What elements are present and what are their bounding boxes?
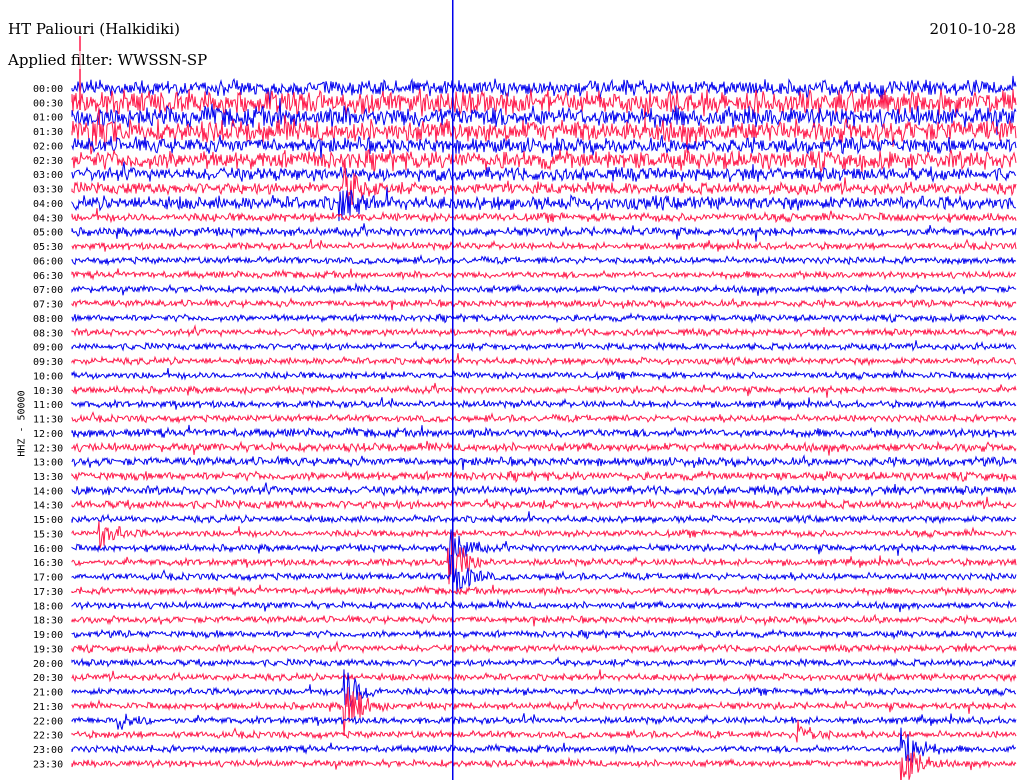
row-time-label: 01:00 bbox=[33, 113, 63, 124]
seismic-trace-row bbox=[71, 469, 1017, 483]
channel-label: HHZ - 50000 bbox=[16, 390, 28, 457]
seismic-trace-row bbox=[71, 584, 1017, 597]
seismic-trace-row bbox=[71, 529, 1017, 572]
row-time-label: 16:00 bbox=[33, 544, 63, 555]
row-time-label: 20:00 bbox=[33, 659, 63, 670]
seismic-trace-row bbox=[71, 397, 1017, 410]
row-time-label: 13:00 bbox=[33, 458, 63, 469]
row-time-label: 21:30 bbox=[33, 702, 63, 713]
row-time-label: 23:00 bbox=[33, 745, 63, 756]
row-time-label: 02:00 bbox=[33, 141, 63, 152]
row-time-label: 07:00 bbox=[33, 285, 63, 296]
row-time-label: 11:30 bbox=[33, 415, 63, 426]
row-time-label: 12:30 bbox=[33, 443, 63, 454]
seismic-trace-row bbox=[71, 223, 1017, 242]
row-time-label: 14:00 bbox=[33, 486, 63, 497]
row-time-label: 10:30 bbox=[33, 386, 63, 397]
row-time-label: 03:30 bbox=[33, 185, 63, 196]
row-time-label: 04:00 bbox=[33, 199, 63, 210]
seismic-trace-row bbox=[71, 297, 1017, 311]
row-time-label: 18:30 bbox=[33, 616, 63, 627]
seismic-trace-row bbox=[71, 656, 1017, 668]
row-time-label: 13:30 bbox=[33, 472, 63, 483]
row-time-label: 16:30 bbox=[33, 558, 63, 569]
row-time-label: 05:00 bbox=[33, 228, 63, 239]
row-time-label: 10:00 bbox=[33, 371, 63, 382]
seismic-trace-row bbox=[71, 719, 1017, 743]
row-time-label: 22:00 bbox=[33, 716, 63, 727]
seismogram-chart: 00:00 00:30 01:00 01:30 02:00 02:30 03:00 03:30… bbox=[33, 0, 1017, 780]
row-time-label: 05:30 bbox=[33, 242, 63, 253]
seismic-trace-row bbox=[71, 521, 1017, 549]
seismic-trace-row bbox=[71, 353, 1017, 367]
seismic-trace-row bbox=[71, 208, 1017, 224]
row-time-label: 11:00 bbox=[33, 400, 63, 411]
station-title: HT Paliouri (Halkidiki) bbox=[8, 20, 180, 38]
row-time-label: 19:30 bbox=[33, 644, 63, 655]
seismic-trace-row bbox=[71, 382, 1017, 398]
seismic-trace-row bbox=[71, 324, 1017, 338]
row-time-label: 19:00 bbox=[33, 630, 63, 641]
seismic-trace-row bbox=[71, 424, 1017, 440]
seismic-trace-row bbox=[71, 713, 1017, 730]
seismic-trace-row bbox=[71, 149, 1017, 174]
row-time-label: 04:30 bbox=[33, 213, 63, 224]
seismic-trace-row bbox=[71, 669, 1017, 683]
filter-label: Applied filter: WWSSN-SP bbox=[8, 51, 208, 69]
seismic-trace-row bbox=[71, 312, 1017, 324]
row-time-label: 01:30 bbox=[33, 127, 63, 138]
row-time-label: 03:00 bbox=[33, 170, 63, 181]
seismic-trace-row bbox=[71, 613, 1017, 627]
row-time-label: 09:00 bbox=[33, 343, 63, 354]
seismic-trace-row bbox=[71, 751, 1017, 780]
record-date: 2010-10-28 bbox=[929, 20, 1016, 38]
row-time-label: 06:00 bbox=[33, 256, 63, 267]
seismic-trace-row bbox=[71, 440, 1017, 456]
row-time-label: 17:00 bbox=[33, 573, 63, 584]
row-time-label: 14:30 bbox=[33, 501, 63, 512]
row-time-label: 09:30 bbox=[33, 357, 63, 368]
row-time-label: 15:00 bbox=[33, 515, 63, 526]
row-time-label: 18:00 bbox=[33, 601, 63, 612]
seismic-trace-row bbox=[71, 482, 1017, 497]
seismic-trace-row bbox=[71, 238, 1017, 252]
row-time-label: 07:30 bbox=[33, 300, 63, 311]
seismic-trace-row bbox=[71, 254, 1017, 267]
seismic-trace-row bbox=[71, 454, 1017, 470]
seismic-trace-row bbox=[71, 368, 1017, 381]
seismic-trace-row bbox=[71, 282, 1017, 296]
row-time-label: 08:30 bbox=[33, 328, 63, 339]
seismic-trace-row bbox=[71, 686, 1017, 736]
row-time-label: 20:30 bbox=[33, 673, 63, 684]
row-time-label: 22:30 bbox=[33, 731, 63, 742]
row-time-label: 06:30 bbox=[33, 271, 63, 282]
seismic-trace-row bbox=[71, 268, 1017, 281]
seismic-trace-row bbox=[71, 496, 1017, 511]
row-time-label: 23:30 bbox=[33, 759, 63, 770]
seismic-trace-row bbox=[71, 628, 1017, 640]
row-time-label: 12:00 bbox=[33, 429, 63, 440]
row-time-label: 17:30 bbox=[33, 587, 63, 598]
row-time-label: 21:00 bbox=[33, 688, 63, 699]
row-time-label: 02:30 bbox=[33, 156, 63, 167]
seismic-trace-row bbox=[71, 640, 1017, 655]
row-time-label: 00:30 bbox=[33, 98, 63, 109]
seismic-trace-row bbox=[71, 598, 1017, 613]
row-time-label: 00:00 bbox=[33, 84, 63, 95]
seismic-trace-row bbox=[71, 511, 1017, 525]
seismic-trace-row bbox=[71, 340, 1017, 352]
row-time-label: 08:00 bbox=[33, 314, 63, 325]
row-time-label: 15:30 bbox=[33, 529, 63, 540]
seismic-trace-row bbox=[71, 411, 1017, 425]
